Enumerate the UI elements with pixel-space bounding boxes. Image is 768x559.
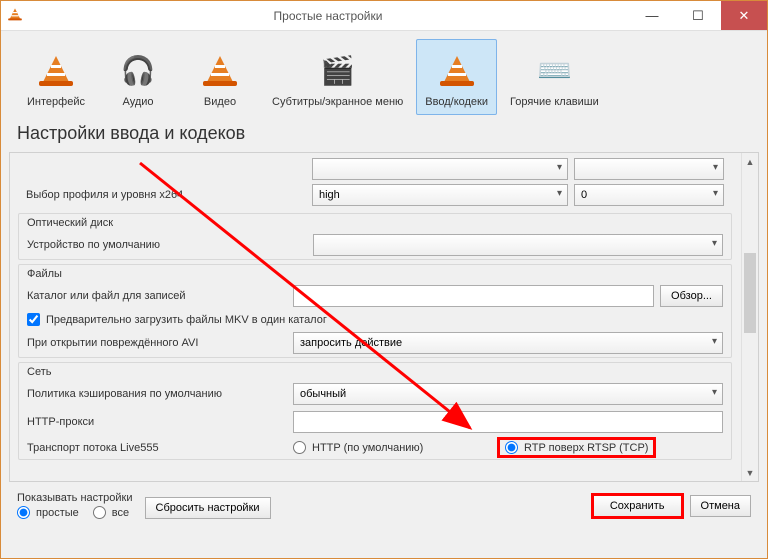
window: Простые настройки — ☐ ✕ Интерфейс 🎧 Ауди…	[0, 0, 768, 559]
category-interface[interactable]: Интерфейс	[17, 39, 95, 115]
optical-device-combo[interactable]	[313, 234, 723, 256]
live555-rtp-radio[interactable]: RTP поверх RTSP (TCP)	[499, 439, 654, 456]
settings-scroll-area: Выбор профиля и уровня x264 Оптический д…	[9, 152, 759, 482]
cone-icon	[433, 46, 481, 94]
reset-button[interactable]: Сбросить настройки	[145, 497, 271, 519]
damaged-avi-label: При открытии повреждённого AVI	[27, 337, 287, 349]
files-group-title: Файлы	[19, 265, 731, 282]
network-group: Сеть Политика кэширования по умолчанию H…	[18, 362, 732, 460]
scrollbar-thumb[interactable]	[744, 253, 756, 333]
vertical-scrollbar[interactable]: ▲ ▼	[741, 153, 758, 481]
files-group: Файлы Каталог или файл для записей Обзор…	[18, 264, 732, 358]
footer: Показывать настройки простые все Сбросит…	[1, 482, 767, 529]
preload-mkv-check[interactable]: Предварительно загрузить файлы MKV в оди…	[27, 313, 327, 326]
category-subtitles[interactable]: 🎬 Субтитры/экранное меню	[263, 39, 412, 115]
network-group-title: Сеть	[19, 363, 731, 380]
cone-icon	[196, 46, 244, 94]
titlebar: Простые настройки — ☐ ✕	[1, 1, 767, 31]
caching-label: Политика кэширования по умолчанию	[27, 388, 287, 400]
browse-button[interactable]: Обзор...	[660, 285, 723, 307]
x264-profile-combo[interactable]	[312, 184, 568, 206]
scroll-up-icon[interactable]: ▲	[742, 153, 758, 170]
stub-row	[18, 157, 732, 181]
preload-mkv-checkbox[interactable]	[27, 313, 40, 326]
show-settings-group: Показывать настройки простые все	[17, 492, 133, 519]
x264-level-number[interactable]	[574, 184, 724, 206]
app-icon	[7, 6, 27, 26]
save-button[interactable]: Сохранить	[593, 495, 682, 517]
category-toolbar: Интерфейс 🎧 Аудио Видео 🎬 Субтитры/экран…	[1, 31, 767, 119]
minimize-button[interactable]: —	[629, 1, 675, 30]
show-settings-label: Показывать настройки	[17, 492, 133, 504]
stub-combo-2[interactable]	[574, 158, 724, 180]
close-button[interactable]: ✕	[721, 1, 767, 30]
cancel-button[interactable]: Отмена	[690, 495, 751, 517]
show-all-radio[interactable]: все	[93, 506, 129, 519]
optical-device-label: Устройство по умолчанию	[27, 239, 307, 251]
x264-label: Выбор профиля и уровня x264	[26, 189, 306, 201]
window-title: Простые настройки	[27, 9, 629, 23]
page-title: Настройки ввода и кодеков	[1, 119, 767, 152]
category-hotkeys[interactable]: ⌨️ Горячие клавиши	[501, 39, 608, 115]
clapper-icon: 🎬	[314, 46, 362, 94]
show-simple-radio[interactable]: простые	[17, 506, 79, 519]
live555-label: Транспорт потока Live555	[27, 442, 287, 454]
record-path-input[interactable]	[293, 285, 654, 307]
headphones-icon: 🎧	[114, 46, 162, 94]
stub-combo-1[interactable]	[312, 158, 568, 180]
http-proxy-input[interactable]	[293, 411, 723, 433]
damaged-avi-combo[interactable]	[293, 332, 723, 354]
caching-combo[interactable]	[293, 383, 723, 405]
category-audio[interactable]: 🎧 Аудио	[99, 39, 177, 115]
maximize-button[interactable]: ☐	[675, 1, 721, 30]
category-video[interactable]: Видео	[181, 39, 259, 115]
window-buttons: — ☐ ✕	[629, 1, 767, 30]
keyboard-icon: ⌨️	[530, 46, 578, 94]
scroll-down-icon[interactable]: ▼	[742, 464, 758, 481]
live555-http-radio[interactable]: HTTP (по умолчанию)	[293, 441, 493, 454]
record-path-label: Каталог или файл для записей	[27, 290, 287, 302]
x264-row: Выбор профиля и уровня x264	[18, 181, 732, 209]
optical-group-title: Оптический диск	[19, 214, 731, 231]
category-input-codecs[interactable]: Ввод/кодеки	[416, 39, 497, 115]
http-proxy-label: HTTP-прокси	[27, 416, 287, 428]
cone-icon	[32, 46, 80, 94]
optical-group: Оптический диск Устройство по умолчанию	[18, 213, 732, 260]
